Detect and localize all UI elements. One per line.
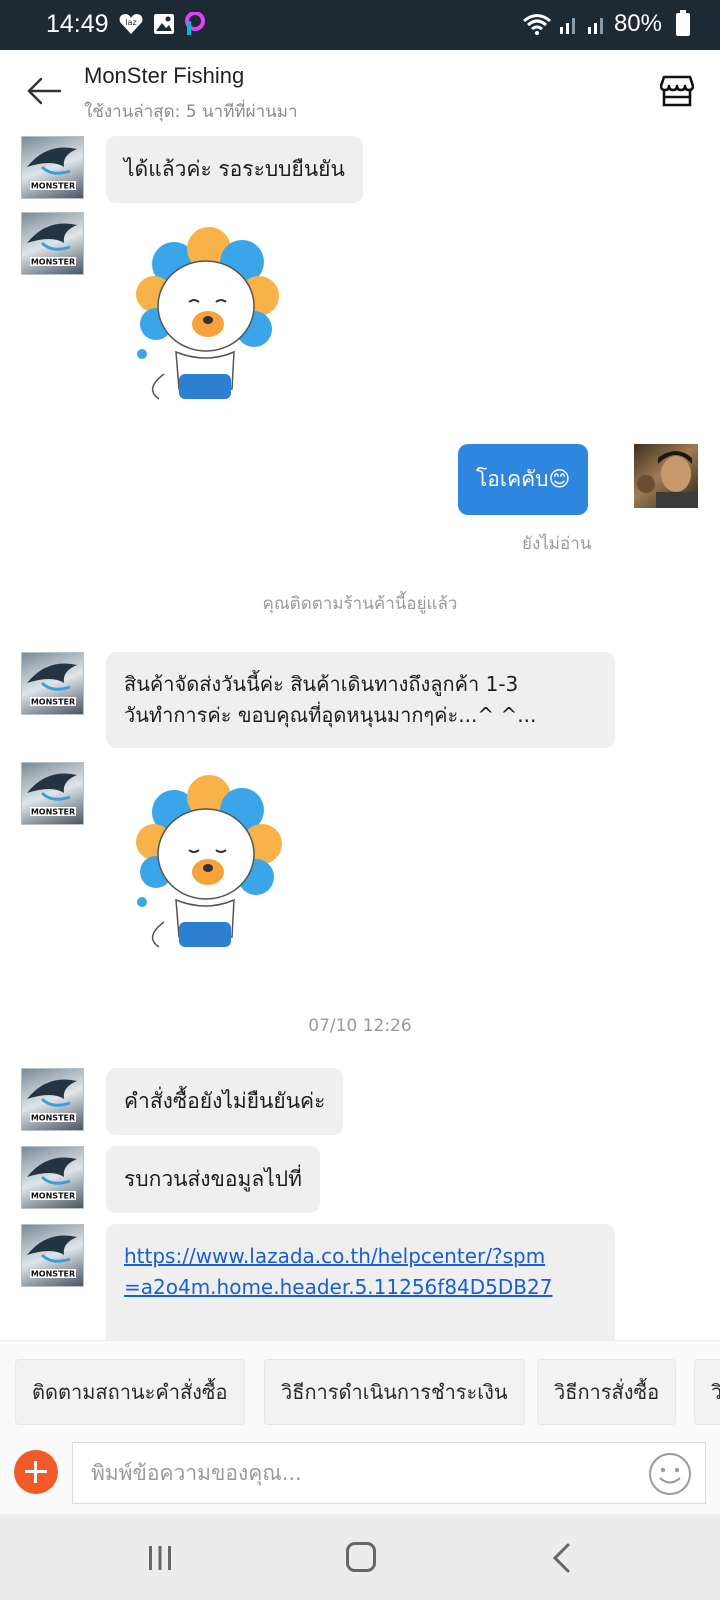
message-bubble: สินค้าจัดส่งวันนี้ค่ะ สินค้าเดินทางถึงลู… [106,652,615,748]
svg-text:MONSTER: MONSTER [31,698,75,707]
quick-reply-track-order[interactable]: ติดตามสถานะคำสั่งซื้อ [15,1359,245,1425]
quick-reply-payment[interactable]: วิธีการดำเนินการชำระเงิน [264,1359,525,1425]
nav-back-icon[interactable] [550,1542,572,1574]
shop-avatar[interactable]: MONSTER [21,652,84,715]
lazada-notification-icon: laz [119,14,143,34]
shark-logo-icon: MONSTER [27,1157,77,1201]
svg-text:MONSTER: MONSTER [31,182,75,191]
chat-messages[interactable]: MONSTER ได้แล้วค่ะ รอระบบยืนยัน MONSTER … [0,136,720,1340]
svg-text:MONSTER: MONSTER [31,258,75,267]
recent-apps-icon[interactable] [146,1544,174,1572]
message-input[interactable] [72,1442,706,1504]
svg-text:MONSTER: MONSTER [31,1270,75,1279]
lion-sticker [136,227,279,400]
quick-reply-how-to-order[interactable]: วิธีการสั่งซื้อ [537,1359,677,1425]
last-active-text: ใช้งานล่าสุด: 5 นาทีที่ผ่านมา [84,102,298,122]
shop-avatar[interactable]: MONSTER [21,1068,84,1131]
emoji-icon[interactable] [648,1452,692,1496]
gallery-notification-icon [154,14,174,34]
lion-sticker [136,775,282,948]
system-notice: คุณติดตามร้านค้านี้อยู่แล้ว [262,594,458,614]
battery-percent: 80% [613,10,662,37]
status-time: 14:49 [46,10,109,38]
shop-avatar[interactable]: MONSTER [21,136,84,199]
signal-1-icon [559,18,575,34]
shark-logo-icon: MONSTER [27,663,77,707]
timestamp-divider: 07/10 12:26 [308,1016,412,1036]
shark-logo-icon: MONSTER [27,147,77,191]
back-arrow-icon[interactable] [26,76,62,106]
help-center-link[interactable]: https://www.lazada.co.th/helpcenter/?spm [124,1241,597,1272]
shark-logo-icon: MONSTER [27,1235,77,1279]
svg-text:laz: laz [125,18,136,27]
shop-avatar[interactable]: MONSTER [21,212,84,275]
my-message-bubble: โอเคคับ😊 [458,444,589,515]
user-photo-icon [637,451,698,508]
shark-logo-icon: MONSTER [27,223,77,267]
app-p-notification-icon [185,12,205,35]
chat-title: MonSter Fishing [84,63,245,88]
store-icon[interactable] [660,74,694,108]
svg-text:MONSTER: MONSTER [31,1114,75,1123]
home-icon[interactable] [346,1542,376,1572]
shop-avatar[interactable]: MONSTER [21,1224,84,1287]
message-line: วันทำการค่ะ ขอบคุณที่อุดหนุนมากๆค่ะ...^ … [124,703,537,727]
add-attachment-button[interactable] [14,1450,58,1494]
battery-icon [676,10,690,36]
shark-logo-icon: MONSTER [27,1079,77,1123]
quick-reply-bar[interactable]: ติดตามสถานะคำสั่งซื้อ วิธีการดำเนินการชำ… [0,1340,720,1428]
status-bar: 14:49 laz 80% [0,0,720,50]
shop-avatar[interactable]: MONSTER [21,1146,84,1209]
shark-logo-icon: MONSTER [27,773,77,817]
wifi-icon [522,14,551,35]
message-bubble: ได้แล้วค่ะ รอระบบยืนยัน [106,136,363,203]
signal-2-icon [587,18,603,34]
system-nav-bar [0,1514,720,1600]
message-bubble: รบกวนส่งขอมูลไปที่ [106,1146,320,1213]
quick-reply-more[interactable]: วิ [694,1359,720,1425]
link-message-bubble: https://www.lazada.co.th/helpcenter/?spm… [106,1224,615,1340]
svg-text:MONSTER: MONSTER [31,808,75,817]
chat-header: MonSter Fishing ใช้งานล่าสุด: 5 นาทีที่ผ… [0,50,720,136]
svg-text:MONSTER: MONSTER [31,1192,75,1201]
help-center-link[interactable]: =a2o4m.home.header.5.11256f84D5DB27 [124,1272,597,1303]
read-status: ยังไม่อ่าน [522,534,592,554]
message-input-bar [0,1428,720,1514]
shop-avatar[interactable]: MONSTER [21,762,84,825]
message-bubble: คำสั่งซื้อยังไม่ยืนยันค่ะ [106,1068,344,1135]
message-line: สินค้าจัดส่งวันนี้ค่ะ สินค้าเดินทางถึงลู… [124,672,519,696]
user-avatar[interactable] [634,444,698,508]
